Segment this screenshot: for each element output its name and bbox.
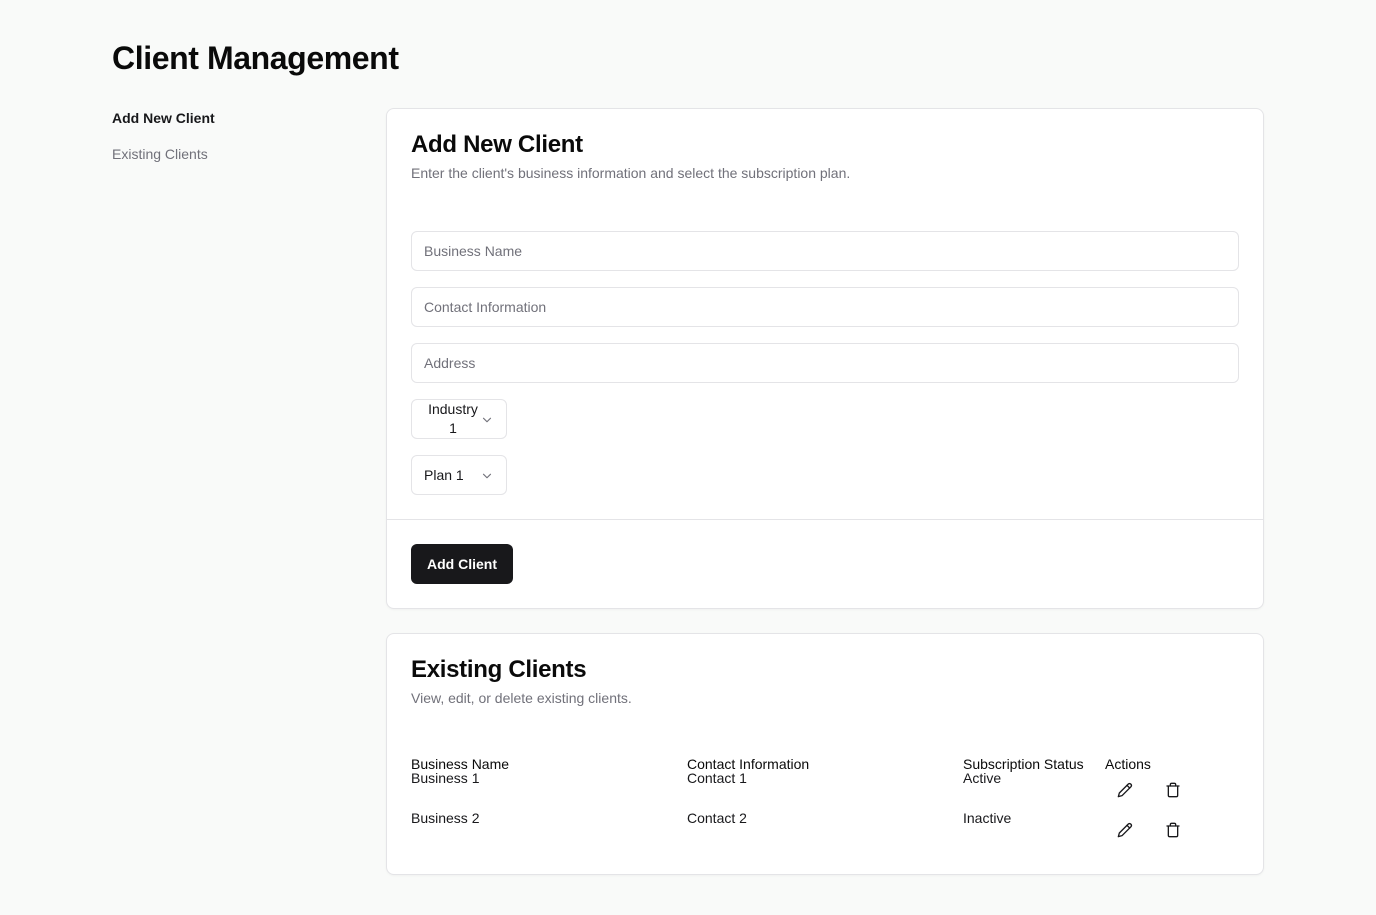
cell-contact: Contact 1: [687, 770, 747, 786]
existing-clients-title: Existing Clients: [411, 656, 587, 683]
contact-information-input[interactable]: [411, 287, 1239, 327]
industry-select-value: Industry 1: [428, 401, 478, 436]
plan-select-value: Plan 1: [424, 466, 464, 483]
sidebar-item-existing-clients[interactable]: Existing Clients: [112, 144, 215, 164]
page-title: Client Management: [112, 40, 399, 76]
card-divider: [387, 519, 1263, 520]
add-client-description: Enter the client's business information …: [411, 165, 851, 181]
edit-button[interactable]: [1114, 779, 1136, 801]
existing-clients-card: Existing Clients View, edit, or delete e…: [386, 633, 1264, 875]
chevron-down-icon: [482, 417, 492, 423]
industry-select[interactable]: Industry 1: [411, 399, 507, 439]
cell-status: Active: [963, 770, 1002, 786]
add-client-title: Add New Client: [411, 131, 583, 158]
cell-contact: Contact 2: [687, 810, 747, 826]
business-name-input[interactable]: [411, 231, 1239, 271]
add-client-button[interactable]: Add Client: [411, 544, 513, 584]
cell-business-name: Business 1: [411, 770, 480, 786]
edit-button[interactable]: [1114, 819, 1136, 841]
address-input[interactable]: [411, 343, 1239, 383]
trash-icon: [1166, 822, 1180, 838]
chevron-down-icon: [482, 473, 492, 479]
existing-clients-description: View, edit, or delete existing clients.: [411, 690, 632, 706]
cell-status: Inactive: [963, 810, 1012, 826]
pencil-icon: [1117, 822, 1133, 838]
delete-button[interactable]: [1162, 779, 1184, 801]
cell-business-name: Business 2: [411, 810, 480, 826]
add-client-card: Add New Client Enter the client's busine…: [386, 108, 1264, 609]
plan-select[interactable]: Plan 1: [411, 455, 507, 495]
column-header-actions: Actions: [1105, 756, 1151, 772]
sidebar-item-add-new-client[interactable]: Add New Client: [112, 108, 215, 128]
sidebar-nav: Add New Client Existing Clients: [112, 108, 215, 180]
delete-button[interactable]: [1162, 819, 1184, 841]
pencil-icon: [1117, 782, 1133, 798]
trash-icon: [1166, 782, 1180, 798]
